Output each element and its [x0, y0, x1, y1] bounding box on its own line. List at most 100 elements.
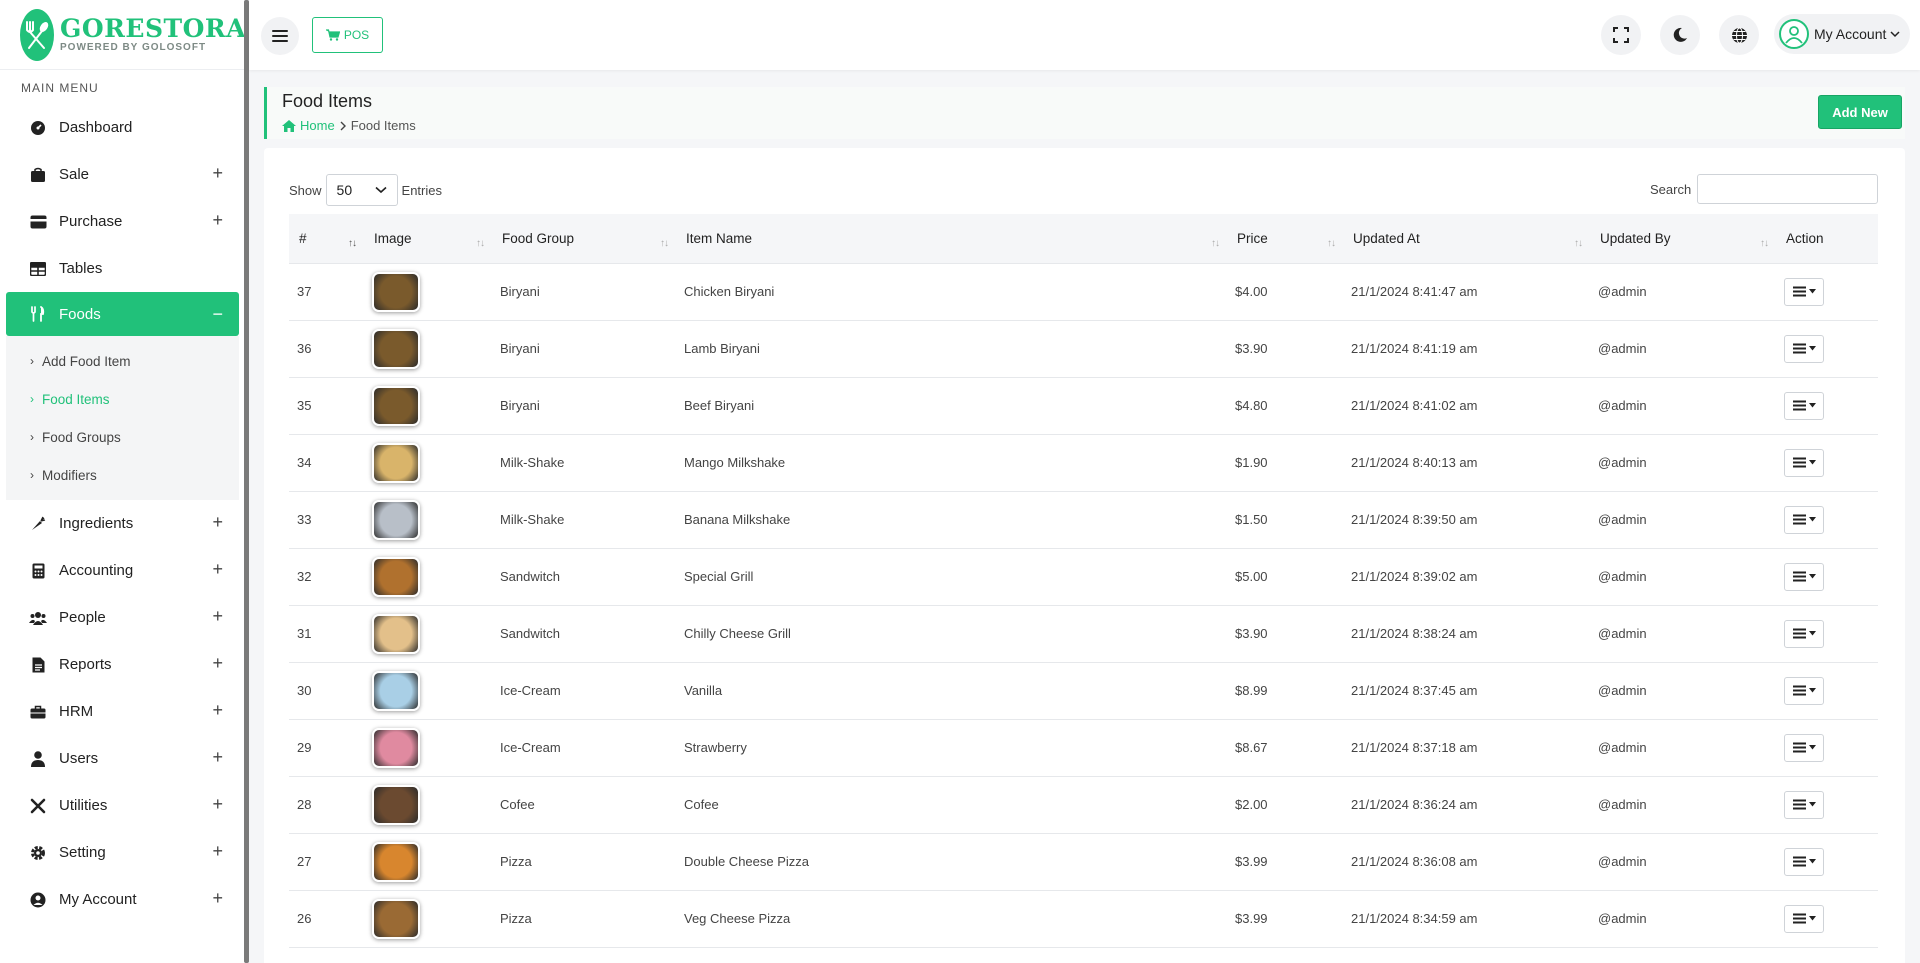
cell-image: [364, 320, 492, 378]
language-button[interactable]: [1719, 15, 1759, 55]
sidebar-item-my-account[interactable]: My Account +: [0, 876, 245, 923]
brand-logo[interactable]: GORESTORA POWERED BY GOLOSOFT: [0, 0, 245, 70]
sidebar-item-people[interactable]: People +: [0, 594, 245, 641]
row-action-dropdown[interactable]: [1784, 733, 1824, 762]
column-header-item-name[interactable]: Item Name ↑↓: [676, 214, 1227, 264]
food-thumbnail: [372, 328, 420, 369]
expand-plus-icon[interactable]: +: [212, 210, 223, 231]
cell-action: [1776, 776, 1878, 834]
column-header-updated-at[interactable]: Updated At ↑↓: [1343, 214, 1590, 264]
column-header-food-group[interactable]: Food Group ↑↓: [492, 214, 676, 264]
account-menu[interactable]: My Account: [1774, 14, 1910, 54]
column-label: Item Name: [686, 230, 753, 246]
cell-item-name: Mango Milkshake: [676, 434, 1227, 492]
collapse-minus-icon[interactable]: −: [212, 304, 223, 325]
row-action-dropdown[interactable]: [1784, 904, 1824, 933]
cell-price: $8.99: [1227, 662, 1343, 720]
expand-plus-icon[interactable]: +: [212, 653, 223, 674]
cell-updated-at: 21/1/2024 8:41:02 am: [1343, 377, 1590, 435]
sidebar-item-dashboard[interactable]: Dashboard: [0, 104, 245, 151]
column-header-id[interactable]: # ↑↓: [289, 214, 364, 264]
entries-select[interactable]: 50: [325, 174, 398, 206]
caret-down-icon: [1808, 688, 1816, 693]
cell-item-name: Chilly Cheese Grill: [676, 605, 1227, 663]
cell-price: $3.90: [1227, 320, 1343, 378]
list-icon: [1792, 742, 1806, 753]
cell-id: 28: [289, 776, 364, 834]
expand-plus-icon[interactable]: +: [212, 559, 223, 580]
expand-plus-icon[interactable]: +: [212, 512, 223, 533]
sidebar-item-label: Tables: [59, 260, 103, 277]
row-action-dropdown[interactable]: [1784, 448, 1824, 477]
sidebar-item-accounting[interactable]: Accounting +: [0, 547, 245, 594]
cell-price: $3.99: [1227, 890, 1343, 948]
cell-updated-by: @admin: [1590, 263, 1776, 321]
row-action-dropdown[interactable]: [1784, 562, 1824, 591]
submenu-item-food-items[interactable]: › Food Items: [6, 380, 239, 418]
row-action-dropdown[interactable]: [1784, 505, 1824, 534]
column-label: Food Group: [502, 230, 575, 246]
cell-image: [364, 605, 492, 663]
sidebar-scrollbar[interactable]: [244, 0, 249, 963]
column-header-updated-by[interactable]: Updated By ↑↓: [1590, 214, 1776, 264]
row-action-dropdown[interactable]: [1784, 847, 1824, 876]
sort-icon: ↑↓: [1327, 238, 1336, 249]
sidebar-item-tables[interactable]: Tables: [0, 245, 245, 292]
card-icon: [28, 212, 48, 232]
food-thumbnail: [372, 442, 420, 483]
table-row: 36 Biryani Lamb Biryani $3.90 21/1/2024 8:41…: [289, 320, 1878, 378]
submenu-label: Add Food Item: [42, 353, 131, 369]
expand-plus-icon[interactable]: +: [212, 888, 223, 909]
row-action-dropdown[interactable]: [1784, 334, 1824, 363]
pos-button[interactable]: POS: [312, 17, 383, 53]
expand-plus-icon[interactable]: +: [212, 841, 223, 862]
sort-icon: ↑↓: [476, 238, 485, 249]
menu-toggle-button[interactable]: [261, 17, 299, 55]
pos-label: POS: [343, 28, 370, 42]
column-label: #: [299, 230, 307, 246]
sidebar-item-purchase[interactable]: Purchase +: [0, 198, 245, 245]
chevron-right-icon: ›: [30, 354, 34, 368]
sidebar-item-utilities[interactable]: Utilities +: [0, 782, 245, 829]
expand-plus-icon[interactable]: +: [212, 606, 223, 627]
submenu-item-add-food-item[interactable]: › Add Food Item: [6, 342, 239, 380]
sidebar-item-foods[interactable]: Foods −: [6, 292, 239, 336]
breadcrumb: Home Food Items: [282, 118, 416, 133]
column-label: Image: [374, 230, 412, 246]
sidebar-item-users[interactable]: Users +: [0, 735, 245, 782]
expand-plus-icon[interactable]: +: [212, 700, 223, 721]
fullscreen-button[interactable]: [1601, 15, 1641, 55]
sidebar-item-ingredients[interactable]: Ingredients +: [0, 500, 245, 547]
search-input[interactable]: [1697, 174, 1879, 204]
expand-plus-icon[interactable]: +: [212, 794, 223, 815]
list-icon: [1792, 400, 1806, 411]
sidebar-item-hrm[interactable]: HRM +: [0, 688, 245, 735]
search-label: Search: [1650, 181, 1692, 197]
row-action-dropdown[interactable]: [1784, 676, 1824, 705]
table-header-row: # ↑↓ Image ↑↓ Food Group ↑↓ Item Name ↑↓ Pri…: [289, 214, 1878, 264]
expand-plus-icon[interactable]: +: [212, 747, 223, 768]
cell-id: 32: [289, 548, 364, 606]
row-action-dropdown[interactable]: [1784, 619, 1824, 648]
sidebar-item-sale[interactable]: Sale +: [0, 151, 245, 198]
table-row: 31 Sandwitch Chilly Cheese Grill $3.90 21/1/…: [289, 605, 1878, 663]
column-header-image[interactable]: Image ↑↓: [364, 214, 492, 264]
cell-item-name: Beef Biryani: [676, 377, 1227, 435]
home-icon: [282, 119, 296, 132]
row-action-dropdown[interactable]: [1784, 277, 1824, 306]
column-header-price[interactable]: Price ↑↓: [1227, 214, 1343, 264]
row-action-dropdown[interactable]: [1784, 790, 1824, 819]
breadcrumb-home[interactable]: Home: [282, 118, 335, 133]
dark-mode-button[interactable]: [1660, 15, 1700, 55]
submenu-item-modifiers[interactable]: › Modifiers: [6, 456, 239, 494]
add-new-button[interactable]: Add New: [1818, 95, 1902, 129]
cell-updated-at: 21/1/2024 8:36:08 am: [1343, 833, 1590, 891]
submenu-item-food-groups[interactable]: › Food Groups: [6, 418, 239, 456]
sidebar-item-reports[interactable]: Reports +: [0, 641, 245, 688]
cell-updated-by: @admin: [1590, 434, 1776, 492]
row-action-dropdown[interactable]: [1784, 391, 1824, 420]
sidebar-item-setting[interactable]: Setting +: [0, 829, 245, 876]
tools-icon: [28, 796, 48, 816]
cell-action: [1776, 434, 1878, 492]
expand-plus-icon[interactable]: +: [212, 163, 223, 184]
